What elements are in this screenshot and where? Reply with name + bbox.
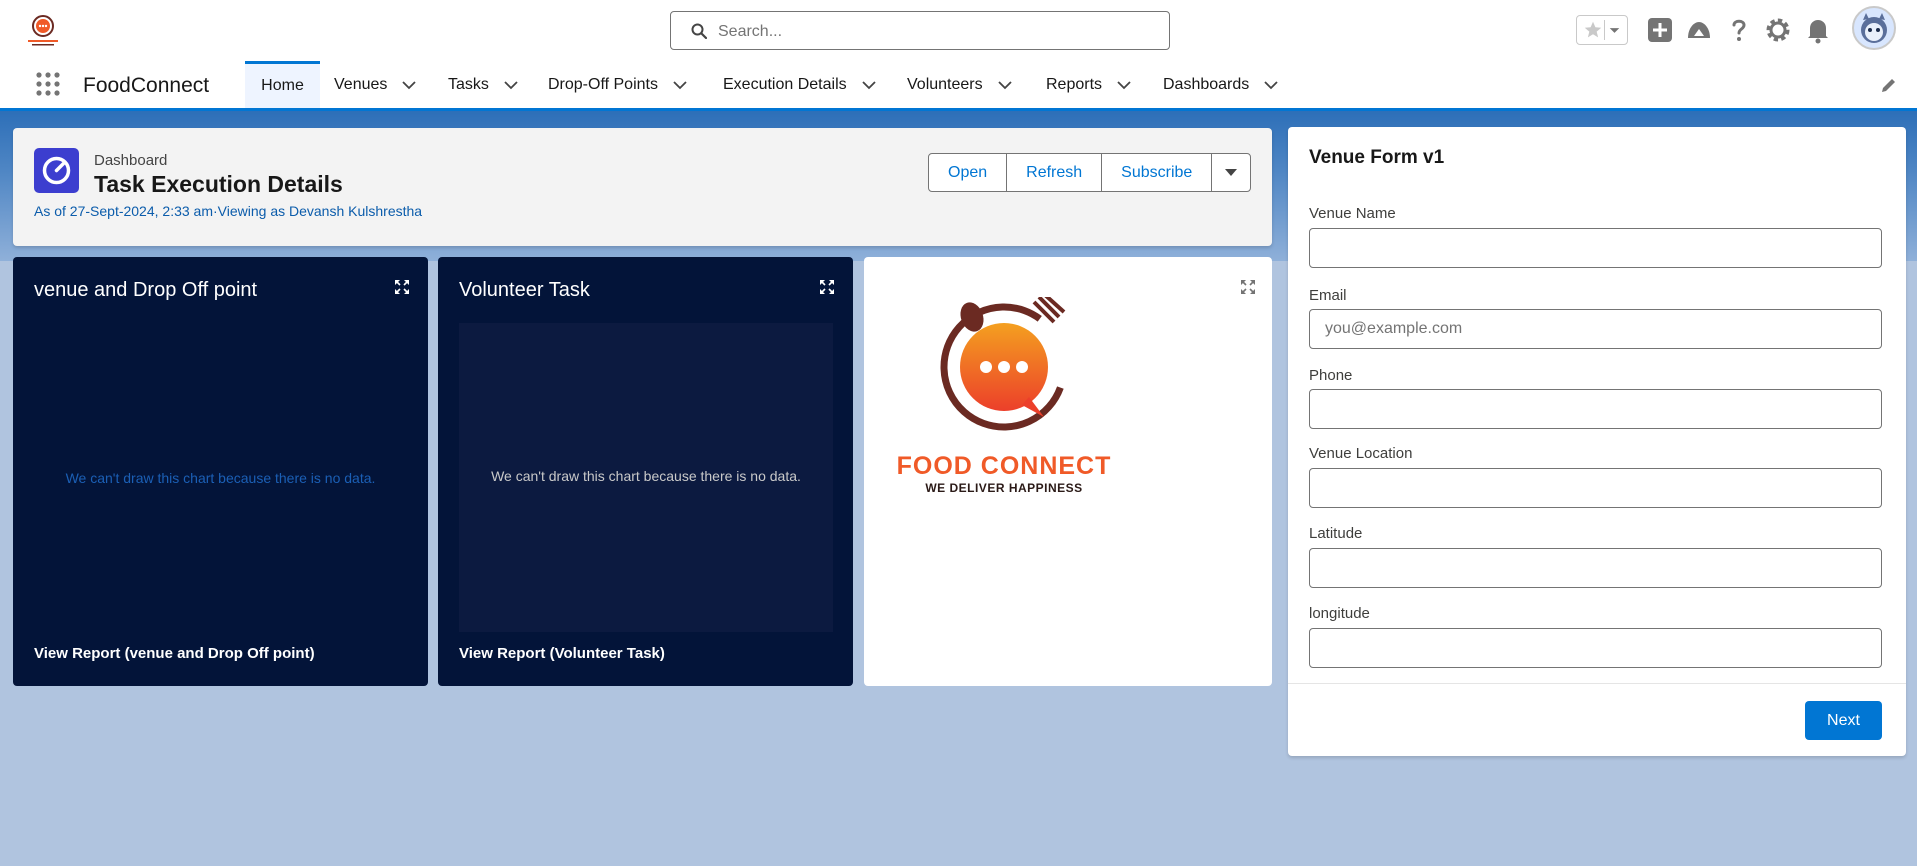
phone-input[interactable] [1309,389,1882,429]
nav-tab-dashboards[interactable]: Dashboards [1163,61,1279,108]
global-header: Search... [0,0,1917,61]
nav-tab-label: Tasks [448,75,489,93]
nav-tab-label: Volunteers [907,75,983,93]
logo-tagline: WE DELIVER HAPPINESS [925,481,1083,495]
expand-icon[interactable] [818,278,836,296]
chevron-down-icon[interactable] [861,77,877,93]
nav-tab-label: Reports [1046,75,1103,93]
dashboard-header: Dashboard Task Execution Details As of 2… [13,128,1272,246]
longitude-input[interactable] [1309,628,1882,668]
dashboard-type-label: Dashboard [94,152,168,169]
field-label-latitude: Latitude [1309,525,1363,542]
help-icon[interactable] [1725,16,1753,44]
next-button[interactable]: Next [1805,701,1882,740]
expand-icon[interactable] [393,278,411,296]
email-field[interactable]: you@example.com [1309,309,1882,349]
dashboard-gauge-icon [34,148,79,193]
nav-tab-label: Execution Details [723,75,847,93]
global-search-input[interactable]: Search... [670,11,1170,50]
form-title: Venue Form v1 [1309,147,1445,168]
chart-widget-venue-dropoff: venue and Drop Off point We can't draw t… [13,257,428,686]
app-launcher-icon[interactable] [34,70,62,98]
favorites-button[interactable] [1576,15,1628,45]
latitude-input[interactable] [1309,548,1882,588]
venue-name-input[interactable] [1309,228,1882,268]
trailhead-icon[interactable] [1685,16,1713,44]
widget-title: venue and Drop Off point [34,279,258,301]
dashboard-timestamp: As of 27-Sept-2024, 2:33 am·Viewing as D… [34,203,423,219]
field-label-phone: Phone [1309,367,1353,384]
edit-nav-pencil-icon[interactable] [1880,76,1898,94]
email-placeholder: you@example.com [1325,320,1463,337]
nav-tab-execution-details[interactable]: Execution Details [723,61,877,108]
form-footer-divider [1288,683,1906,684]
venue-location-input[interactable] [1309,468,1882,508]
more-actions-button[interactable] [1212,154,1250,191]
chevron-down-icon[interactable] [503,77,519,93]
nav-tab-drop-off-points[interactable]: Drop-Off Points [548,61,688,108]
foodconnect-logo[interactable] [24,12,62,48]
chevron-down-icon[interactable] [672,77,688,93]
field-label-email: Email [1309,287,1347,304]
image-widget: FOOD CONNECT WE DELIVER HAPPINESS [864,257,1272,686]
chevron-down-icon[interactable] [1263,77,1279,93]
nav-tab-venues[interactable]: Venues [334,61,417,108]
field-label-venue-name: Venue Name [1309,205,1396,222]
chart-widget-volunteer-task: Volunteer Task We can't draw this chart … [438,257,853,686]
field-label-venue-location: Venue Location [1309,445,1413,462]
dashboard-title: Task Execution Details [94,171,343,197]
caret-down-icon [1225,168,1238,176]
venue-form: Venue Form v1 Venue Name Email you@examp… [1288,127,1906,756]
expand-icon[interactable] [1239,278,1257,296]
view-report-link[interactable]: View Report (Volunteer Task) [459,645,665,662]
chevron-down-icon[interactable] [1604,20,1624,40]
user-avatar[interactable] [1852,6,1896,50]
chevron-down-icon[interactable] [401,77,417,93]
notifications-bell-icon[interactable] [1804,16,1832,44]
no-data-message: We can't draw this chart because there i… [65,470,376,486]
nav-tab-home[interactable]: Home [245,61,320,108]
add-icon[interactable] [1646,16,1674,44]
nav-tab-volunteers[interactable]: Volunteers [907,61,1013,108]
widget-title: Volunteer Task [459,279,590,301]
app-name: FoodConnect [83,74,210,97]
setup-gear-icon[interactable] [1764,16,1792,44]
star-icon[interactable] [1582,19,1604,41]
refresh-button[interactable]: Refresh [1007,154,1103,191]
logo-brand-text: FOOD CONNECT [896,452,1112,480]
nav-tab-label: Home [261,77,304,94]
chevron-down-icon[interactable] [1116,77,1132,93]
nav-tab-label: Dashboards [1163,75,1250,93]
search-icon [691,23,707,39]
app-navigation-bar: FoodConnect Home Venues Tasks Drop-Off P… [0,61,1917,111]
nav-tab-reports[interactable]: Reports [1046,61,1132,108]
subscribe-button[interactable]: Subscribe [1102,154,1213,191]
search-placeholder: Search... [718,23,783,40]
dashboard-actions: Open Refresh Subscribe [928,153,1252,192]
nav-tab-tasks[interactable]: Tasks [448,61,519,108]
nav-tab-label: Drop-Off Points [548,75,658,93]
nav-tab-label: Venues [334,75,388,93]
field-label-longitude: longitude [1309,605,1370,622]
no-data-message: We can't draw this chart because there i… [491,468,801,484]
open-button[interactable]: Open [929,154,1008,191]
view-report-link[interactable]: View Report (venue and Drop Off point) [34,645,315,662]
chevron-down-icon[interactable] [997,77,1013,93]
